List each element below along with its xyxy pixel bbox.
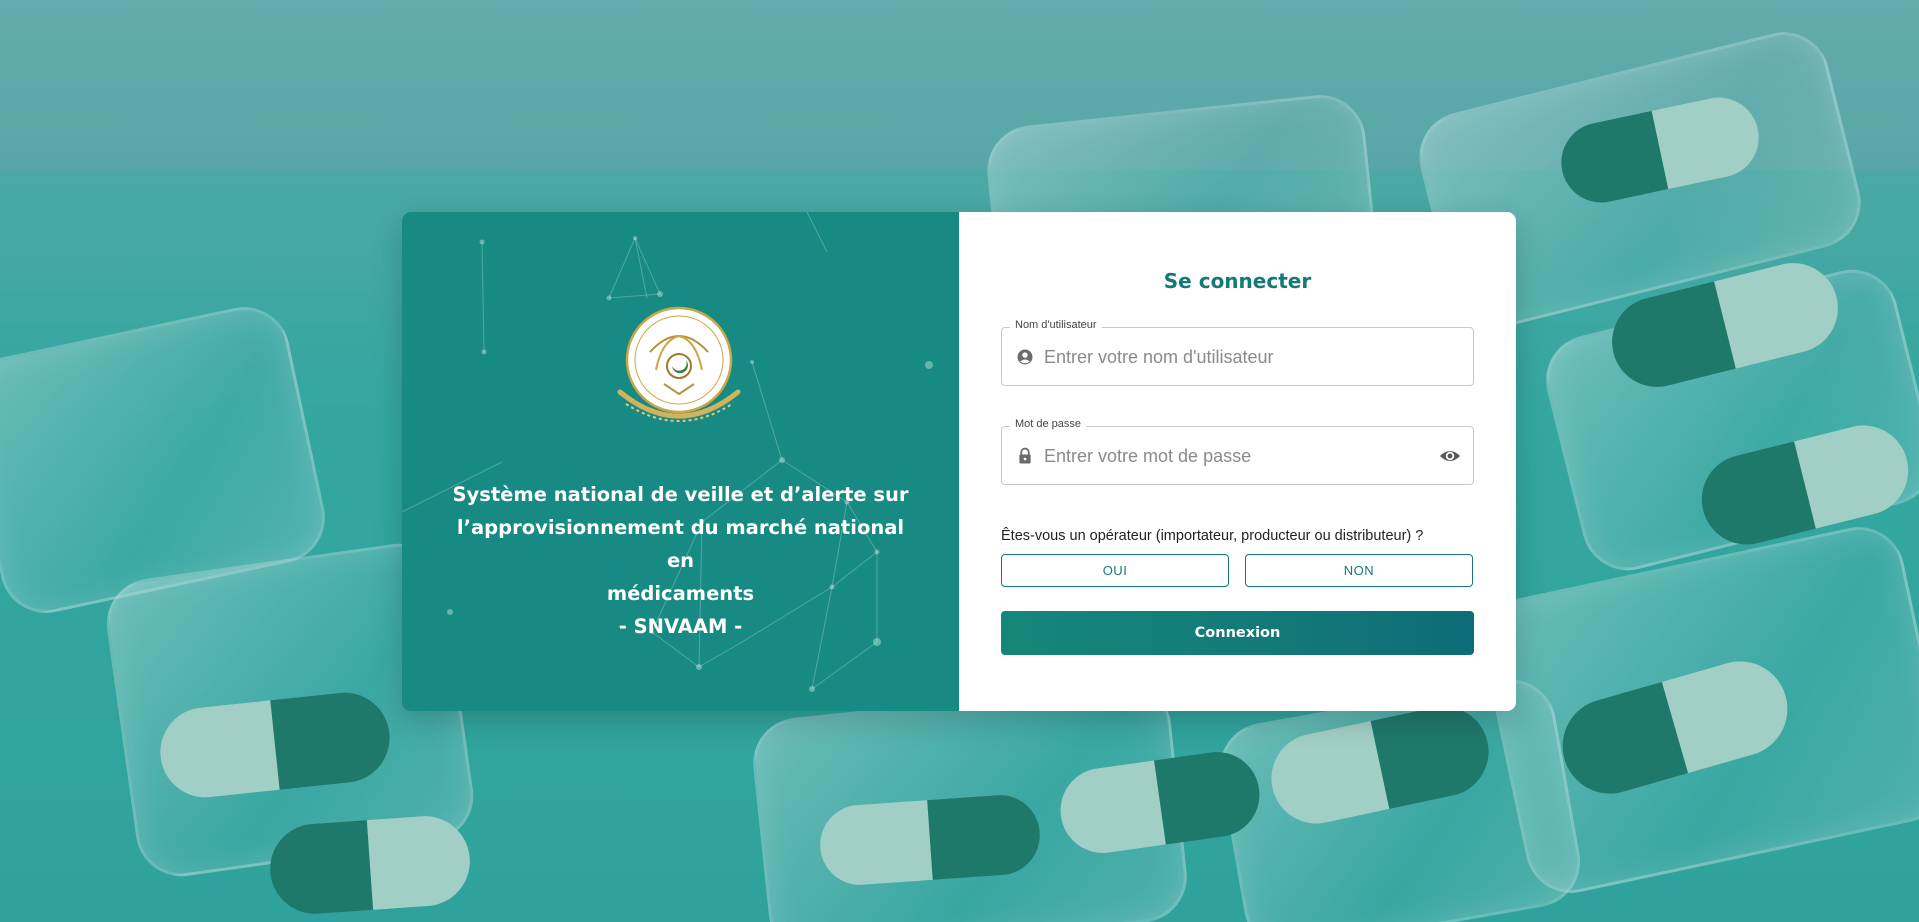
operator-question: Êtes-vous un opérateur (importateur, pro…: [1001, 528, 1424, 544]
login-button[interactable]: Connexion: [1001, 611, 1474, 655]
username-label: Nom d'utilisateur: [1010, 319, 1102, 331]
username-input[interactable]: [1044, 342, 1424, 372]
username-field: Nom d'utilisateur: [1001, 319, 1474, 386]
password-field: Mot de passe: [1001, 418, 1474, 485]
account-circle-icon: [1017, 349, 1033, 365]
lock-icon: [1019, 447, 1031, 464]
login-card: Système national de veille et d’alerte s…: [402, 212, 1516, 711]
eye-icon[interactable]: [1439, 447, 1461, 465]
branding-panel: Système national de veille et d’alerte s…: [402, 212, 959, 711]
login-title: Se connecter: [1163, 269, 1312, 293]
national-emblem-seal-icon: [617, 306, 741, 422]
system-acronym: - SNVAAM -: [618, 615, 743, 638]
password-input[interactable]: [1044, 441, 1424, 471]
password-label: Mot de passe: [1010, 418, 1087, 430]
system-headline: Système national de veille et d’alerte s…: [442, 478, 919, 643]
login-form: Se connecter Nom d'utilisateur Mot de pa…: [959, 212, 1516, 711]
operator-no-button[interactable]: NON: [1245, 554, 1473, 587]
operator-yes-button[interactable]: OUI: [1001, 554, 1229, 587]
